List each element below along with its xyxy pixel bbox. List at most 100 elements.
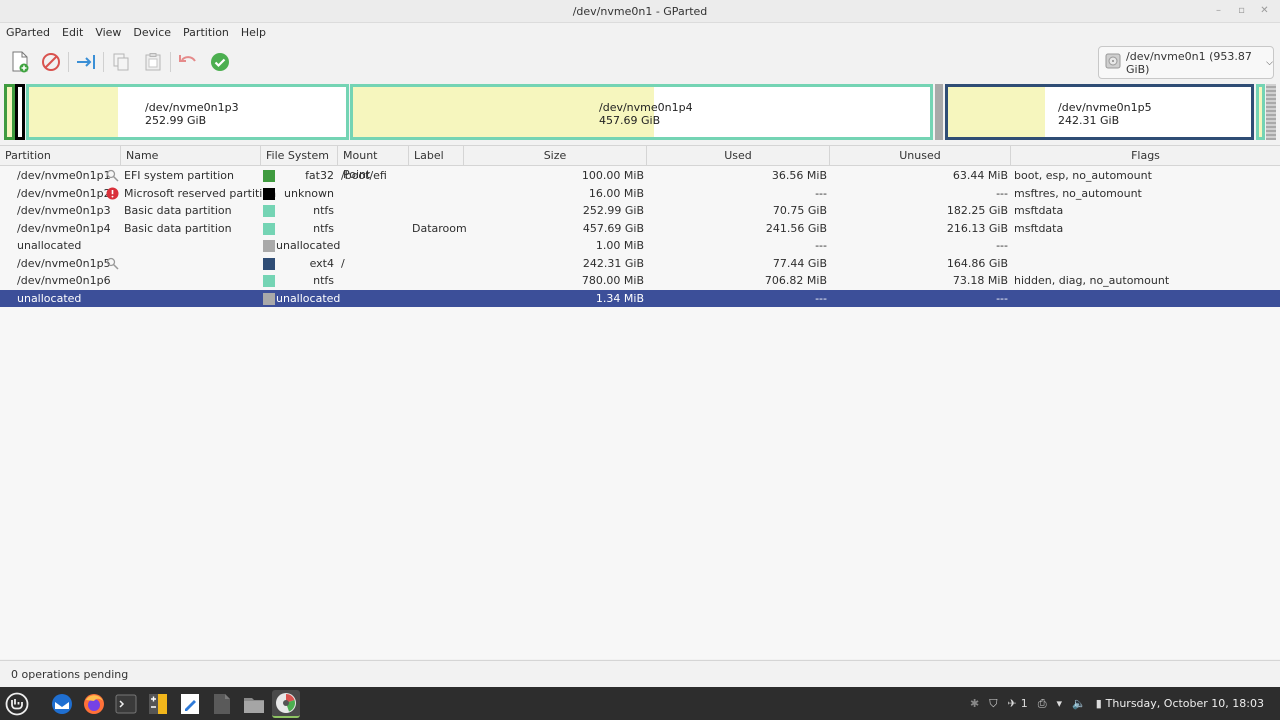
system-tray: ✱ ⛉ ✈ 1 ⎙ ▾ 🔈 ▮ (970, 687, 1102, 720)
paste-icon[interactable] (140, 49, 166, 75)
diskmap-partition-p2[interactable] (15, 84, 25, 140)
diskmap-p4-name: /dev/nvme0n1p4 (599, 101, 693, 114)
toolbar-separator (103, 52, 104, 72)
column-header-flags[interactable]: Flags (1011, 146, 1280, 166)
diskmap-p3-name: /dev/nvme0n1p3 (145, 101, 239, 114)
delete-partition-icon[interactable] (38, 49, 64, 75)
table-row[interactable]: /dev/nvme0n1p5 ext4 / 242.31 GiB 77.44 GiB 16… (0, 255, 1280, 273)
cell-file-system: ntfs (313, 274, 334, 287)
column-header-mount-point[interactable]: Mount Point (338, 146, 409, 181)
fs-color-swatch (263, 170, 275, 182)
notifications-icon[interactable]: ✈ (1007, 697, 1016, 710)
clock[interactable]: Thursday, October 10, 18:03 (1106, 697, 1264, 710)
column-header-partition[interactable]: Partition (0, 146, 121, 166)
cell-mount-point (341, 290, 407, 308)
close-icon[interactable]: ✕ (1259, 4, 1270, 17)
table-row[interactable]: unallocated unallocated 1.00 MiB --- --- (0, 237, 1280, 255)
cell-label (412, 255, 464, 273)
table-row[interactable]: /dev/nvme0n1p6 ntfs 780.00 MiB 706.82 MiB 73… (0, 272, 1280, 290)
table-row[interactable]: /dev/nvme0n1p1 EFI system partition fat32 /… (0, 167, 1280, 185)
cell-used: --- (815, 186, 827, 200)
column-header-used[interactable]: Used (647, 146, 830, 166)
cell-used: 77.44 GiB (772, 256, 827, 270)
diskmap-p5-size: 242.31 GiB (1058, 114, 1120, 127)
table-row[interactable]: /dev/nvme0n1p2 Microsoft reserved partiti… (0, 185, 1280, 203)
diskmap-partition-p1[interactable] (4, 84, 15, 140)
status-bar: 0 operations pending (0, 660, 1280, 687)
menu-gparted[interactable]: GParted (0, 23, 56, 43)
minimize-icon[interactable]: – (1213, 4, 1224, 17)
table-row[interactable]: /dev/nvme0n1p3 Basic data partition ntfs 25… (0, 202, 1280, 220)
document-viewer-icon[interactable] (208, 690, 236, 718)
column-header-unused[interactable]: Unused (830, 146, 1011, 166)
operations-pending-text: 0 operations pending (11, 668, 129, 681)
terminal-icon[interactable] (112, 690, 140, 718)
menu-bar: GParted Edit View Device Partition Help (0, 23, 1280, 43)
copy-icon[interactable] (108, 49, 134, 75)
shield-icon[interactable]: ⛉ (989, 697, 997, 711)
fs-color-swatch (263, 222, 275, 235)
firefox-icon[interactable] (80, 690, 108, 718)
table-row[interactable]: unallocated unallocated 1.34 MiB --- --- (0, 289, 1280, 308)
bluetooth-icon[interactable]: ✱ (970, 697, 979, 710)
undo-icon[interactable] (175, 49, 201, 75)
diskmap-partition-p5[interactable]: /dev/nvme0n1p5 242.31 GiB (945, 84, 1254, 140)
device-selector-label: /dev/nvme0n1 (953.87 GiB) (1126, 49, 1252, 76)
fs-color-swatch (263, 240, 275, 252)
cell-partition: unallocated (17, 239, 82, 252)
resize-move-icon[interactable] (73, 49, 99, 75)
battery-icon[interactable]: ▮ (1096, 697, 1102, 710)
column-header-file-system[interactable]: File System (261, 146, 338, 166)
cell-flags: boot, esp, no_automount (1014, 169, 1152, 182)
fs-color-swatch (263, 275, 275, 287)
cell-name (124, 237, 260, 255)
menu-edit[interactable]: Edit (56, 23, 89, 43)
cell-size: 242.31 GiB (582, 256, 644, 270)
cell-partition: /dev/nvme0n1p2 (17, 186, 111, 200)
text-editor-icon[interactable] (176, 690, 204, 718)
fs-color-swatch (263, 187, 275, 200)
cell-file-system: ntfs (313, 204, 334, 217)
cell-label (412, 272, 464, 290)
menu-view[interactable]: View (89, 23, 127, 43)
cell-unused: 182.25 GiB (946, 204, 1008, 217)
apply-icon[interactable] (207, 49, 233, 75)
new-partition-icon[interactable] (7, 49, 33, 75)
cell-label (412, 167, 464, 185)
column-header-size[interactable]: Size (464, 146, 647, 166)
maximize-icon[interactable]: ▫ (1236, 4, 1247, 17)
diskmap-partition-p4[interactable]: /dev/nvme0n1p4 457.69 GiB (350, 84, 933, 140)
volume-icon[interactable]: 🔈 (1072, 697, 1086, 710)
column-header-name[interactable]: Name (121, 146, 261, 166)
menu-help[interactable]: Help (235, 23, 272, 43)
diskmap-unallocated[interactable] (935, 84, 943, 140)
wifi-icon[interactable]: ▾ (1057, 697, 1063, 710)
diskmap-unallocated[interactable] (1266, 84, 1276, 140)
mint-menu-icon[interactable] (3, 690, 31, 718)
table-row[interactable]: /dev/nvme0n1p4 Basic data partition ntfs Da… (0, 220, 1280, 238)
column-header-label[interactable]: Label (409, 146, 464, 166)
diskmap-partition-p6[interactable] (1256, 84, 1265, 140)
gparted-taskbar-icon[interactable] (272, 690, 300, 718)
device-selector[interactable]: /dev/nvme0n1 (953.87 GiB) ⌵ (1098, 46, 1274, 79)
file-manager-icon[interactable] (240, 690, 268, 718)
cell-mount-point (341, 237, 407, 255)
partition-table: Partition Name File System Mount Point L… (0, 145, 1280, 659)
cell-file-system: ext4 (309, 256, 334, 270)
printer-icon[interactable]: ⎙ (1038, 697, 1047, 711)
cell-label (412, 185, 464, 203)
cell-file-system: fat32 (305, 169, 334, 182)
cell-partition: /dev/nvme0n1p4 (17, 221, 111, 235)
cell-used: 241.56 GiB (765, 221, 827, 235)
cell-used: 70.75 GiB (772, 204, 827, 217)
diskmap-partition-p3[interactable]: /dev/nvme0n1p3 252.99 GiB (26, 84, 349, 140)
cell-size: 1.34 MiB (595, 291, 644, 305)
menu-device[interactable]: Device (127, 23, 177, 43)
cell-unused: 164.86 GiB (946, 256, 1008, 270)
thunderbird-icon[interactable] (48, 690, 76, 718)
taskbar: ✱ ⛉ ✈ 1 ⎙ ▾ 🔈 ▮ Thursday, October 10, 18… (0, 687, 1280, 720)
cell-file-system: ntfs (313, 221, 334, 235)
menu-partition[interactable]: Partition (177, 23, 235, 43)
calculator-icon[interactable] (144, 690, 172, 718)
cell-label (412, 202, 464, 220)
